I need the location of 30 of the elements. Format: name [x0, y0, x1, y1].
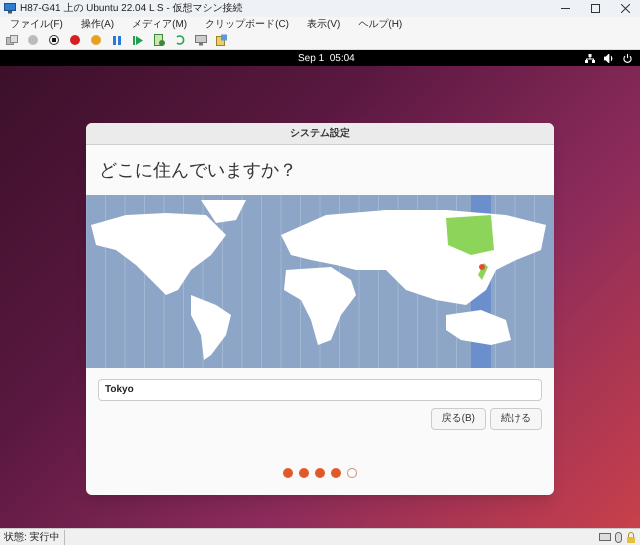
dialog-button[interactable]: 続ける [490, 408, 542, 430]
location-field[interactable]: Tokyo [98, 378, 542, 400]
ctrl-alt-del-button[interactable] [4, 32, 20, 48]
clock: Sep 1 05:04 [298, 52, 355, 66]
menu-item[interactable]: ヘルプ(H) [358, 16, 402, 32]
mouse-icon [615, 532, 622, 542]
checkpoint-button[interactable] [151, 32, 167, 48]
close-icon [620, 4, 630, 13]
play-icon [133, 36, 143, 44]
menu-item[interactable]: クリップボード(C) [205, 16, 290, 32]
minimize-icon [560, 8, 570, 9]
power-icon [623, 54, 632, 62]
menu-item[interactable]: 表示(V) [307, 16, 340, 32]
enhanced-session-button[interactable] [193, 32, 209, 48]
pause-icon [113, 36, 121, 44]
network-icon [585, 54, 595, 62]
window-title: H87-G41 上の Ubuntu 22.04 L S - 仮想マシン接続 [20, 2, 242, 16]
lock-icon [626, 532, 636, 542]
dialog-title: システム設定 [290, 126, 350, 141]
dialog-button[interactable]: 戻る(B) [430, 408, 486, 430]
menu-item[interactable]: ファイル(F) [10, 16, 63, 32]
keyboard-icon [599, 533, 611, 541]
heading: どこに住んでいますか？ [99, 158, 297, 182]
monitor-icon [4, 3, 16, 14]
status-text: 状態: 実行中 [4, 530, 65, 544]
volume-icon [604, 54, 614, 62]
menu-item[interactable]: メディア(M) [132, 16, 188, 32]
menu-item[interactable]: 操作(A) [80, 16, 114, 32]
maximize-icon [590, 4, 600, 13]
share-button[interactable] [214, 32, 230, 48]
